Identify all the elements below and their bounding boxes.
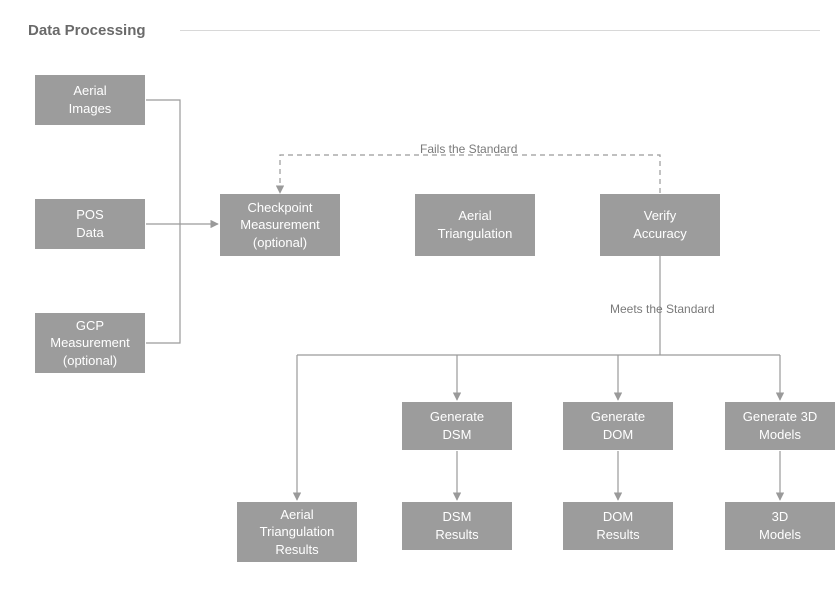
node-gcp-measurement: GCPMeasurement(optional) — [35, 313, 145, 373]
node-generate-3d-models: Generate 3DModels — [725, 402, 835, 450]
title-rule — [180, 30, 820, 31]
node-at-results: AerialTriangulationResults — [237, 502, 357, 562]
diagram-canvas: Data Processing — [0, 0, 840, 609]
node-dom-results: DOMResults — [563, 502, 673, 550]
label-fails-standard: Fails the Standard — [420, 142, 517, 156]
node-checkpoint-measurement: CheckpointMeasurement(optional) — [220, 194, 340, 256]
node-aerial-triangulation: AerialTriangulation — [415, 194, 535, 256]
node-pos-data: POSData — [35, 199, 145, 249]
node-generate-dom: GenerateDOM — [563, 402, 673, 450]
node-aerial-images: AerialImages — [35, 75, 145, 125]
node-verify-accuracy: VerifyAccuracy — [600, 194, 720, 256]
node-dsm-results: DSMResults — [402, 502, 512, 550]
label-meets-standard: Meets the Standard — [610, 302, 715, 316]
section-title: Data Processing — [28, 22, 146, 39]
node-generate-dsm: GenerateDSM — [402, 402, 512, 450]
node-3d-models: 3DModels — [725, 502, 835, 550]
